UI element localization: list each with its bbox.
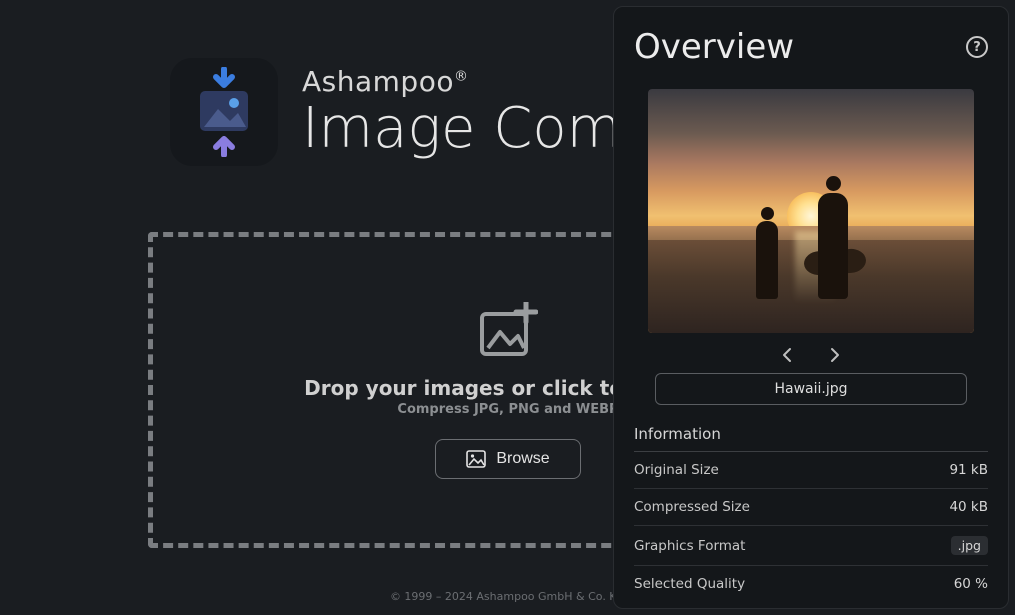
info-label: Original Size	[634, 462, 719, 478]
browse-button[interactable]: Browse	[435, 439, 580, 479]
info-value: 60 %	[954, 576, 988, 592]
info-row-quality: Selected Quality 60 %	[634, 566, 988, 602]
info-label: Selected Quality	[634, 576, 745, 592]
filename-field[interactable]: Hawaii.jpg	[655, 373, 967, 405]
image-icon	[466, 450, 486, 468]
help-button[interactable]: ?	[966, 36, 988, 58]
image-preview	[648, 89, 974, 333]
info-row-original-size: Original Size 91 kB	[634, 452, 988, 489]
browse-label: Browse	[496, 450, 549, 468]
next-image-button[interactable]	[828, 347, 842, 363]
info-value: 40 kB	[949, 499, 988, 515]
add-image-icon	[478, 302, 538, 358]
overview-panel: Overview ? Hawaii.jpg Information Origin…	[613, 6, 1009, 609]
dropzone-subtitle: Compress JPG, PNG and WEBP	[397, 402, 618, 417]
info-label: Compressed Size	[634, 499, 750, 515]
info-row-compressed-size: Compressed Size 40 kB	[634, 489, 988, 526]
preview-nav	[634, 347, 988, 363]
info-row-format: Graphics Format .jpg	[634, 526, 988, 566]
panel-title: Overview	[634, 27, 794, 67]
info-label: Graphics Format	[634, 538, 745, 554]
format-badge: .jpg	[951, 536, 988, 555]
info-heading: Information	[634, 425, 988, 452]
info-value: 91 kB	[949, 462, 988, 478]
prev-image-button[interactable]	[780, 347, 794, 363]
app-icon	[170, 58, 278, 166]
